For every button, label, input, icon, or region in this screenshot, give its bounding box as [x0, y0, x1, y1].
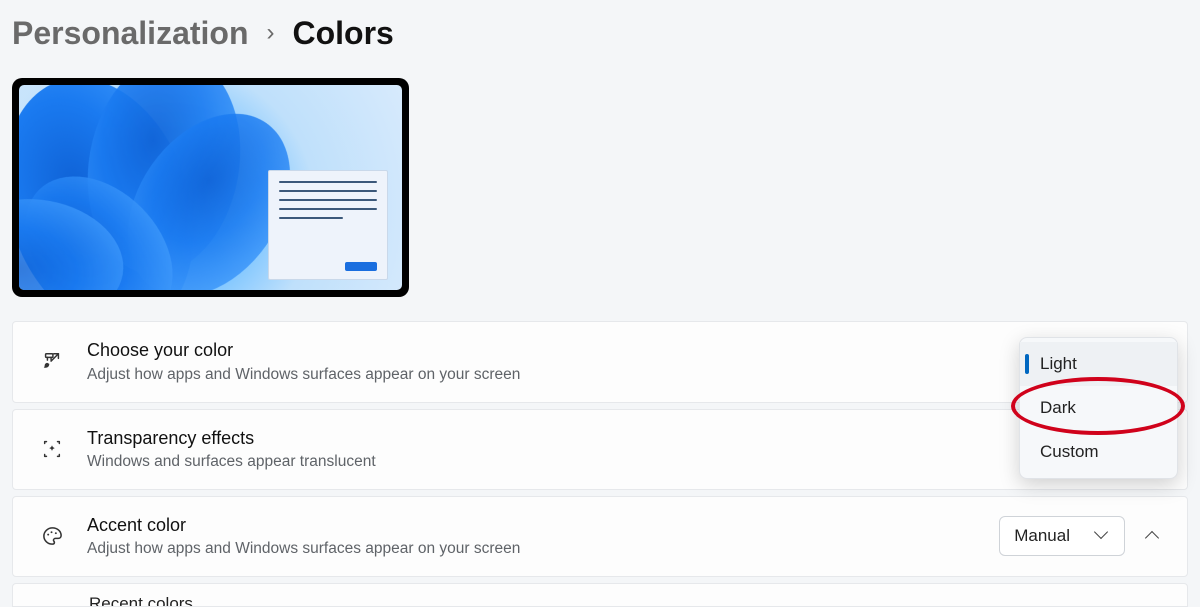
row-subtitle: Adjust how apps and Windows surfaces app…	[87, 539, 999, 560]
accent-mode-select[interactable]: Manual	[999, 516, 1125, 556]
sparkle-frame-icon	[35, 438, 69, 460]
row-title: Choose your color	[87, 338, 1165, 362]
chevron-up-icon	[1147, 529, 1161, 543]
row-title: Transparency effects	[87, 426, 1165, 450]
dropdown-option-dark[interactable]: Dark	[1020, 386, 1177, 430]
select-value: Manual	[1014, 526, 1070, 546]
desktop-preview-thumbnail	[12, 78, 409, 297]
row-subtitle: Adjust how apps and Windows surfaces app…	[87, 365, 1165, 386]
row-title: Recent colors	[89, 594, 193, 607]
row-transparency-effects[interactable]: Transparency effects Windows and surface…	[12, 409, 1188, 490]
breadcrumb-parent[interactable]: Personalization	[12, 14, 249, 52]
row-subtitle: Windows and surfaces appear translucent	[87, 452, 1165, 473]
paintbrush-icon	[35, 351, 69, 373]
row-choose-your-color[interactable]: Choose your color Adjust how apps and Wi…	[12, 321, 1188, 402]
expand-section-button[interactable]	[1143, 525, 1165, 547]
dropdown-option-light[interactable]: Light	[1020, 342, 1177, 386]
preview-window-mock	[268, 170, 388, 280]
chevron-down-icon	[1096, 529, 1110, 543]
breadcrumb-current: Colors	[293, 14, 394, 52]
row-recent-colors-partial: Recent colors	[12, 583, 1188, 607]
row-accent-color[interactable]: Accent color Adjust how apps and Windows…	[12, 496, 1188, 577]
dropdown-option-custom[interactable]: Custom	[1020, 430, 1177, 474]
row-title: Accent color	[87, 513, 999, 537]
color-mode-dropdown: Light Dark Custom	[1019, 337, 1178, 479]
chevron-right-icon: ›	[267, 19, 275, 48]
palette-icon	[35, 525, 69, 548]
breadcrumb: Personalization › Colors	[0, 0, 1200, 52]
